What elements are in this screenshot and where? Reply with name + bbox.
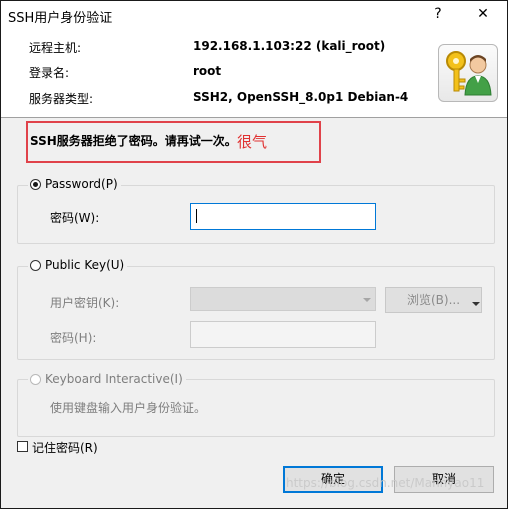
ssh-auth-dialog: SSH用户身份验证 ? ✕ 远程主机: 192.168.1.103:22 (ka…	[0, 0, 508, 509]
keyboard-interactive-radio[interactable]: Keyboard Interactive(I)	[28, 372, 186, 386]
user-key-icon	[438, 44, 498, 102]
help-button[interactable]: ?	[427, 4, 449, 24]
window-title: SSH用户身份验证	[8, 11, 113, 26]
user-key-select[interactable]	[190, 287, 376, 311]
browse-button-label: 浏览(B)...	[406, 293, 461, 307]
login-name-label: 登录名:	[29, 66, 70, 80]
close-button[interactable]: ✕	[472, 4, 494, 24]
password-label: 密码(W):	[50, 211, 100, 225]
dropdown-arrow-icon	[363, 298, 371, 302]
browse-button[interactable]: 浏览(B)...	[385, 287, 482, 313]
public-key-radio-dot[interactable]	[30, 259, 41, 271]
server-type-label: 服务器类型:	[29, 92, 94, 106]
remote-host-value: 192.168.1.103:22 (kali_root)	[193, 39, 386, 53]
password-radio-dot[interactable]	[30, 178, 41, 190]
annotation-box	[26, 121, 321, 163]
user-key-label: 用户密钥(K):	[50, 296, 120, 310]
passphrase-label: 密码(H):	[50, 331, 97, 345]
browse-dropdown-icon	[472, 302, 480, 306]
text-caret	[196, 209, 197, 223]
password-input[interactable]	[190, 203, 376, 230]
keyboard-interactive-radio-dot[interactable]	[30, 373, 41, 385]
password-radio-label: Password(P)	[45, 177, 118, 191]
server-type-value: SSH2, OpenSSH_8.0p1 Debian-4	[193, 90, 409, 104]
passphrase-input[interactable]	[190, 321, 376, 348]
keyboard-interactive-label: Keyboard Interactive(I)	[45, 372, 183, 386]
public-key-radio-label: Public Key(U)	[45, 258, 125, 272]
password-radio[interactable]: Password(P)	[28, 177, 121, 191]
title-bar[interactable]: SSH用户身份验证 ? ✕	[1, 1, 507, 29]
divider	[1, 117, 507, 118]
login-name-value: root	[193, 64, 222, 78]
remote-host-label: 远程主机:	[29, 41, 82, 55]
keyboard-interactive-description: 使用键盘输入用户身份验证。	[50, 401, 207, 415]
remember-password-checkbox[interactable]	[17, 441, 28, 452]
remember-password-label[interactable]: 记住密码(R)	[32, 439, 98, 456]
public-key-radio[interactable]: Public Key(U)	[28, 258, 128, 272]
watermark: https://blog.csdn.net/Mannyao11	[286, 476, 485, 490]
